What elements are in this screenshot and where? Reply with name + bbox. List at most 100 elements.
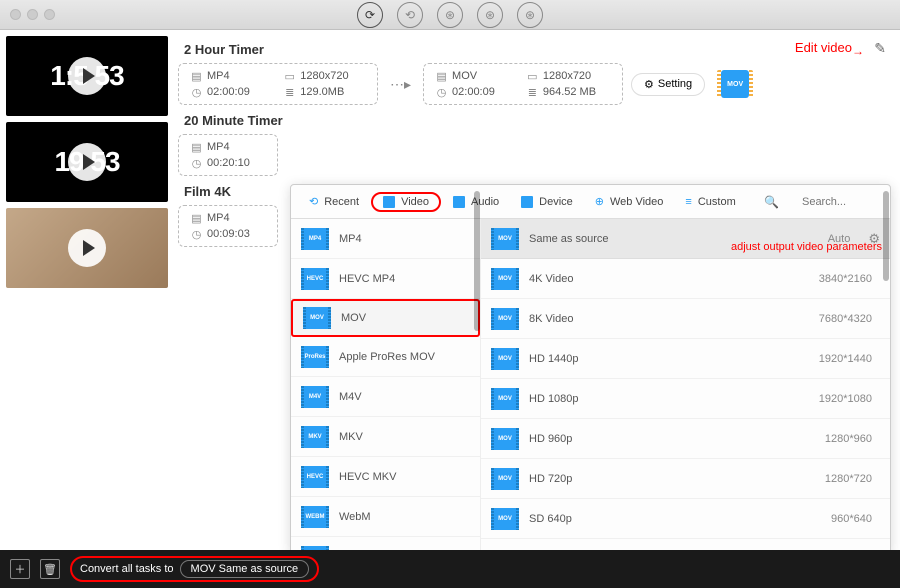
format-label: MP4 — [339, 233, 362, 245]
resolution-item-8k-video[interactable]: MOV8K Video7680*4320 — [481, 299, 890, 339]
traffic-lights — [10, 9, 55, 20]
resolution-value: 1920*1080 — [819, 393, 872, 405]
tab-recent[interactable]: ⟲Recent — [299, 191, 369, 212]
format-badge-icon: MOV — [491, 428, 519, 450]
format-item-hevc-mkv[interactable]: HEVCHEVC MKV — [291, 457, 480, 497]
format-search-input[interactable] — [802, 196, 882, 208]
resolution-item-hd-1080p[interactable]: MOVHD 1080p1920*1080 — [481, 379, 890, 419]
format-badge-icon: MP4 — [301, 228, 329, 250]
edit-video-button[interactable]: ✎ — [874, 40, 886, 57]
resolution-label: 4K Video — [529, 273, 573, 285]
format-label: HEVC MP4 — [339, 273, 395, 285]
format-label: MKV — [339, 431, 363, 443]
resolution-list: adjust output video parameters MOV Same a… — [481, 219, 890, 553]
close-window-button[interactable] — [10, 9, 21, 20]
clock-icon: ◷ — [436, 87, 447, 98]
format-badge-icon: MOV — [491, 268, 519, 290]
format-label: Apple ProRes MOV — [339, 351, 435, 363]
setting-button[interactable]: ⚙ Setting — [631, 73, 705, 96]
setting-label: Setting — [658, 78, 692, 90]
resolution-value: 1920*1440 — [819, 353, 872, 365]
arrow-icon: → — [852, 44, 864, 58]
search-icon: 🔍 — [764, 195, 779, 209]
monitor-icon: ▭ — [527, 71, 538, 82]
output-format-icon[interactable]: MOV — [721, 70, 749, 98]
sync-icon[interactable]: ⟳ — [357, 2, 383, 28]
resolution-scrollbar-thumb[interactable] — [883, 219, 889, 281]
format-item-hevc-mp4[interactable]: HEVC HEVC MP4 — [291, 259, 480, 299]
format-item-apple-prores-mov[interactable]: ProResApple ProRes MOV — [291, 337, 480, 377]
item-card-2: 20 Minute Timer ▤MP4 ◷00:20:10 — [178, 113, 888, 176]
resolution-item-hd-1440p[interactable]: MOV HD 1440p 1920*1440 — [481, 339, 890, 379]
dst-size: 964.52 MB — [543, 86, 596, 98]
video-tool-icon-3[interactable]: ⊛ — [517, 2, 543, 28]
convert-all-value: MOV Same as source — [191, 563, 299, 575]
dest-info-box: ▤MOV ▭1280x720 ◷02:00:09 ≣964.52 MB — [423, 63, 623, 105]
dst-duration: 02:00:09 — [452, 86, 495, 98]
source-info-box: ▤MP4 ▭1280x720 ◷02:00:09 ≣129.0MB — [178, 63, 378, 105]
format-item-mov[interactable]: MOVMOV — [291, 299, 480, 337]
format-badge-icon: MKV — [301, 426, 329, 448]
add-task-button[interactable]: ＋ — [10, 559, 30, 579]
convert-all-dropdown[interactable]: MOV Same as source — [180, 560, 310, 578]
video-tool-icon-1[interactable]: ⊛ — [437, 2, 463, 28]
resolution-item-hd-720p[interactable]: MOVHD 720p1280*720 — [481, 459, 890, 499]
thumbnail-column: 1:5 53 19 53 — [0, 30, 174, 550]
item-title: 20 Minute Timer — [184, 113, 888, 128]
resolution-label: SD 640p — [529, 513, 572, 525]
src-duration: 02:00:09 — [207, 86, 250, 98]
format-tabs: ⟲Recent Video Audio Device ⊕Web Video ≡C… — [291, 185, 890, 219]
src-duration: 00:20:10 — [207, 157, 250, 169]
minimize-window-button[interactable] — [27, 9, 38, 20]
video-tool-icon-2[interactable]: ⊛ — [477, 2, 503, 28]
format-item-mkv[interactable]: MKV MKV — [291, 417, 480, 457]
format-label: WebM — [339, 511, 371, 523]
monitor-icon: ▭ — [284, 71, 295, 82]
film-icon: ▤ — [191, 71, 202, 82]
resolution-item-sd-640p[interactable]: MOVSD 640p960*640 — [481, 499, 890, 539]
clock-icon: ◷ — [191, 87, 202, 98]
resolution-item-4k-video[interactable]: MOV 4K Video 3840*2160 — [481, 259, 890, 299]
convert-arrow-icon: ⋯▸ — [390, 76, 411, 93]
thumbnail-1[interactable]: 1:5 53 — [6, 36, 168, 116]
tab-custom[interactable]: ≡Custom — [675, 192, 745, 212]
src-format: MP4 — [207, 70, 230, 82]
resolution-label: HD 720p — [529, 473, 572, 485]
source-info-box: ▤MP4 ◷00:20:10 — [178, 134, 278, 176]
format-badge-icon: WEBM — [301, 506, 329, 528]
format-badge-icon: MOV — [491, 308, 519, 330]
tab-video[interactable]: Video — [371, 192, 441, 212]
resolution-value: 3840*2160 — [819, 273, 872, 285]
thumbnail-2[interactable]: 19 53 — [6, 122, 168, 202]
format-item-webm[interactable]: WEBM WebM — [291, 497, 480, 537]
resolution-label: HD 1080p — [529, 393, 579, 405]
format-badge-icon: MOV — [491, 348, 519, 370]
clock-icon: ◷ — [191, 158, 202, 169]
resolution-item-same-as-source[interactable]: MOVSame as sourceAuto⚙ — [481, 219, 890, 259]
thumbnail-3[interactable] — [6, 208, 168, 288]
format-badge-icon: MOV — [491, 228, 519, 250]
item-title: 2 Hour Timer — [184, 42, 888, 57]
adjust-params-annotation: adjust output video parameters — [731, 241, 882, 253]
format-item-m4v[interactable]: M4VM4V — [291, 377, 480, 417]
resolution-label: Same as source — [529, 233, 608, 245]
format-panel: ⟲Recent Video Audio Device ⊕Web Video ≡C… — [290, 184, 891, 554]
maximize-window-button[interactable] — [44, 9, 55, 20]
delete-task-button[interactable]: 🗑 — [40, 559, 60, 579]
format-badge-icon: M4V — [301, 386, 329, 408]
format-list: MP4 MP4 HEVC HEVC MP4 MOVMOVProResApple ProR… — [291, 219, 481, 553]
resolution-label: HD 1440p — [529, 353, 579, 365]
format-badge-icon: MOV — [303, 307, 331, 329]
play-icon — [68, 143, 106, 181]
item-card-1: 2 Hour Timer ▤MP4 ▭1280x720 ◷02:00:09 ≣1… — [178, 42, 888, 105]
play-icon — [68, 57, 106, 95]
src-duration: 00:09:03 — [207, 228, 250, 240]
tab-web-video[interactable]: ⊕Web Video — [585, 191, 674, 212]
refresh-icon[interactable]: ⟲ — [397, 2, 423, 28]
gear-icon: ⚙ — [644, 78, 654, 91]
format-item-mp4[interactable]: MP4 MP4 — [291, 219, 480, 259]
resolution-item-hd-960p[interactable]: MOVHD 960p1280*960 — [481, 419, 890, 459]
format-badge-icon: HEVC — [301, 268, 329, 290]
tab-device[interactable]: Device — [511, 192, 583, 212]
format-scrollbar-thumb[interactable] — [474, 219, 480, 331]
